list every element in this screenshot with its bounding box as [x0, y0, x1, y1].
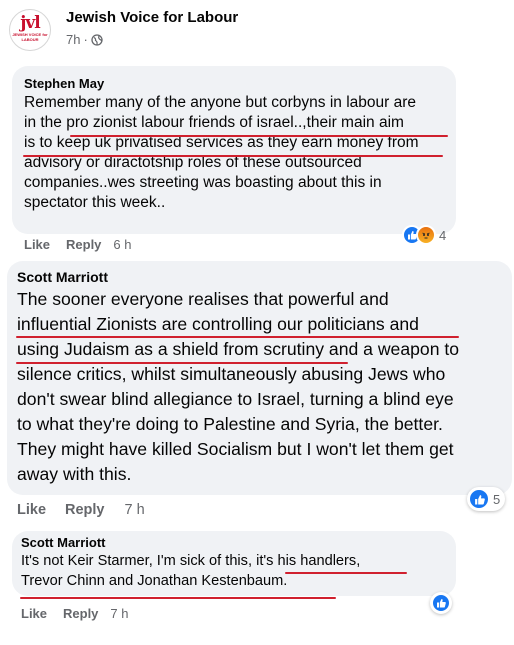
comment-author[interactable]: Scott Marriott [21, 535, 447, 551]
like-icon [468, 488, 490, 510]
comment-text: It's not Keir Starmer, I'm sick of this,… [21, 551, 447, 591]
angry-icon [416, 225, 436, 245]
reaction-count: 4 [439, 227, 447, 243]
comment-line: spectator this week.. [24, 194, 166, 211]
like-button[interactable]: Like [17, 502, 46, 518]
red-underline [70, 135, 448, 137]
jvl-logo: jvl [20, 13, 41, 33]
comment-time[interactable]: 7 h [110, 606, 128, 621]
comment-actions: Like Reply 6 h [24, 237, 132, 252]
reaction-summary[interactable] [430, 592, 452, 614]
red-underline [20, 597, 336, 599]
comment-line: silence critics, whilst simultaneously a… [17, 364, 446, 384]
comment-line: It's not Keir Starmer, I'm sick of this,… [21, 553, 361, 569]
red-underline [16, 336, 459, 338]
like-button[interactable]: Like [24, 237, 50, 252]
page-avatar[interactable]: jvl JEWISH VOICE for LABOUR [9, 9, 51, 51]
comment-text: The sooner everyone realises that powerf… [17, 287, 502, 487]
comment-line: using Judaism as a shield from scrutiny … [17, 339, 460, 359]
comment-line: to what they're doing to Palestine and S… [17, 414, 443, 434]
reply-button[interactable]: Reply [65, 502, 105, 518]
comment-line: influential Zionists are controlling our… [17, 314, 419, 334]
red-underline [16, 362, 348, 364]
comment-bubble: Scott Marriott It's not Keir Starmer, I'… [12, 531, 456, 596]
red-underline [23, 155, 443, 157]
reaction-summary[interactable]: 4 [402, 225, 446, 245]
jvl-logo-subtext: JEWISH VOICE for LABOUR [12, 32, 48, 42]
comment-line: Remember many of the anyone but corbyns … [24, 94, 417, 111]
comment-line: away with this. [17, 464, 132, 484]
globe-icon [91, 33, 103, 46]
comment-line: don't swear blind allegiance to Israel, … [17, 389, 454, 409]
comment-author[interactable]: Scott Marriott [17, 267, 502, 287]
comment-line: They might have killed Socialism but I w… [17, 439, 454, 459]
comment-text: Remember many of the anyone but corbyns … [24, 93, 444, 213]
reply-button[interactable]: Reply [63, 606, 98, 621]
comment-line: Trevor Chinn and Jonathan Kestenbaum. [21, 573, 288, 589]
post-meta: 7h · [66, 32, 103, 47]
comment-actions: Like Reply 7 h [17, 502, 145, 518]
red-underline [285, 572, 407, 574]
like-icon [431, 593, 451, 613]
page-name[interactable]: Jewish Voice for Labour [66, 9, 238, 26]
comment-line: companies..wes streeting was boasting ab… [24, 174, 382, 191]
reply-button[interactable]: Reply [66, 237, 101, 252]
comment-line: in the pro zionist labour friends of isr… [24, 114, 404, 131]
reaction-count: 5 [493, 491, 501, 507]
post-time[interactable]: 7h [66, 32, 80, 47]
comment-time[interactable]: 7 h [125, 502, 145, 518]
reaction-summary[interactable]: 5 [467, 487, 506, 511]
comment-bubble: Scott Marriott The sooner everyone reali… [7, 261, 512, 495]
comment-bubble: Stephen May Remember many of the anyone … [12, 66, 456, 234]
comment-line: The sooner everyone realises that powerf… [17, 289, 389, 309]
comment-actions: Like Reply 7 h [21, 606, 129, 621]
comment-author[interactable]: Stephen May [24, 75, 444, 93]
comment-time[interactable]: 6 h [113, 237, 131, 252]
like-button[interactable]: Like [21, 606, 47, 621]
